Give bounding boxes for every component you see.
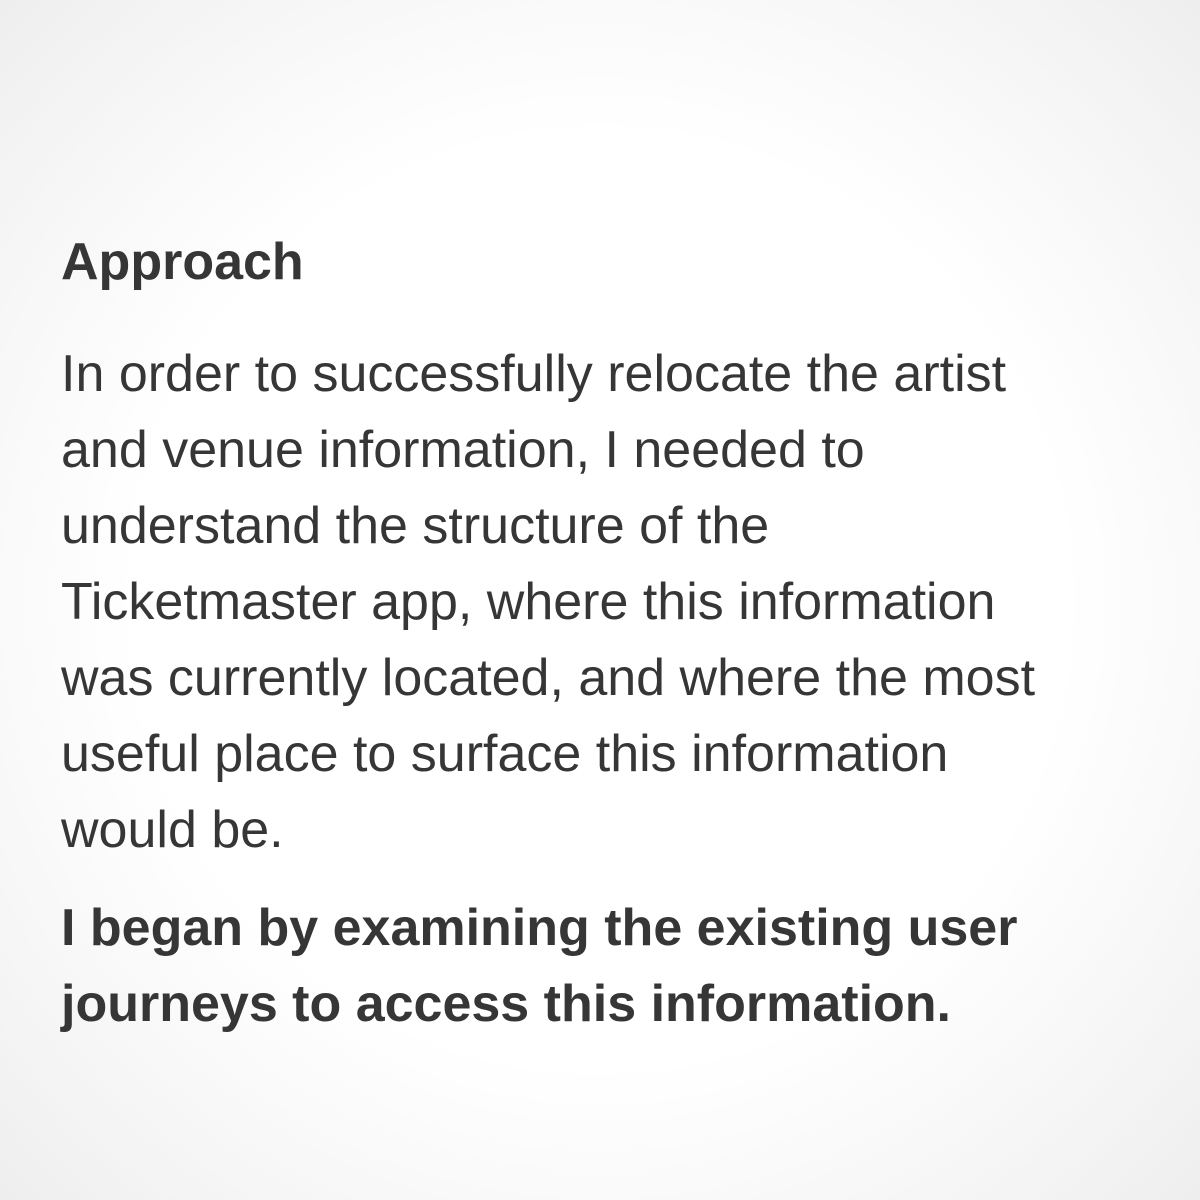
content-block: Approach In order to successfully reloca…: [61, 232, 1161, 1042]
page: Approach In order to successfully reloca…: [0, 0, 1200, 1200]
section-heading: Approach: [61, 233, 304, 291]
body-paragraph: In order to successfully relocate the ar…: [61, 345, 1036, 859]
emphasis-paragraph: I began by examining the existing user j…: [61, 899, 1018, 1033]
